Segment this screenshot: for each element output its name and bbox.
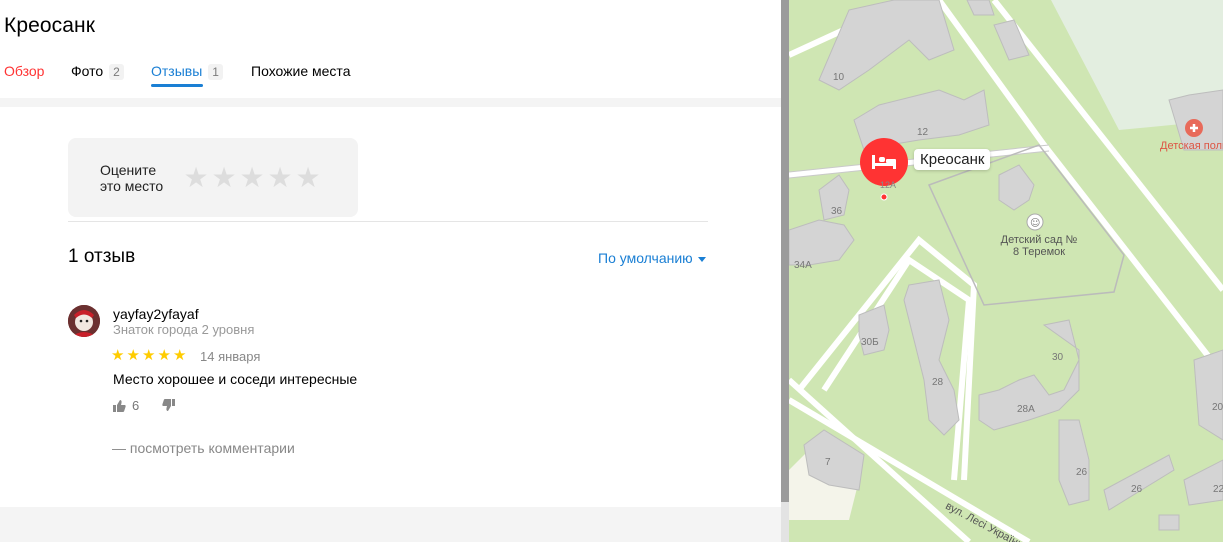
clinic-label[interactable]: Детская поликлиника: [1160, 140, 1223, 152]
review-text: Место хорошее и соседи интересные: [113, 371, 358, 387]
tab-similar-places[interactable]: Похожие места: [251, 62, 350, 80]
review-author[interactable]: yayfay2yfayaf: [113, 306, 199, 322]
rate-star-2[interactable]: ★: [210, 164, 238, 192]
star-icon: ★: [157, 347, 171, 364]
tab-photo-count: 2: [109, 64, 124, 80]
avatar[interactable]: [68, 305, 100, 337]
like-count: 6: [132, 398, 140, 413]
kindergarten-name: Детский сад № 8 Теремок: [1000, 234, 1078, 258]
house-number: 22: [1213, 484, 1223, 495]
rate-star-3[interactable]: ★: [238, 164, 266, 192]
review-author-level: Знаток города 2 уровня: [113, 322, 255, 337]
house-number: 26: [1076, 467, 1088, 478]
tab-photo-label: Фото: [71, 63, 104, 79]
place-card-panel: Креосанк Обзор Фото 2 Отзывы 1 Похожие мес…: [0, 0, 781, 542]
reviews-count: 1 отзыв: [68, 246, 136, 267]
review-rating: ★ ★ ★ ★ ★: [111, 348, 189, 364]
map-poi-label[interactable]: Креосанк: [914, 149, 991, 170]
like-button[interactable]: 6: [112, 398, 139, 413]
section-divider: [0, 98, 781, 107]
rate-place-box: Оцените это место ★ ★ ★ ★ ★: [68, 138, 358, 217]
avatar-image: [68, 305, 100, 337]
house-number: 36: [831, 206, 843, 217]
thumbs-down-icon: [162, 399, 175, 411]
svg-text:☺: ☺: [1030, 218, 1040, 229]
sort-dropdown[interactable]: По умолчанию: [598, 250, 706, 266]
rate-stars: ★ ★ ★ ★ ★: [182, 164, 322, 192]
star-icon: ★: [142, 347, 156, 364]
house-number: 34А: [794, 260, 812, 271]
kindergarten-label[interactable]: Детский сад № 8 Теремок: [999, 234, 1079, 258]
tab-reviews[interactable]: Отзывы 1: [151, 62, 223, 87]
poi-house-number: 12А: [880, 180, 896, 190]
tab-reviews-label: Отзывы: [151, 63, 203, 79]
tab-overview-label: Обзор: [4, 63, 45, 79]
place-title: Креосанк: [4, 14, 96, 37]
house-number: 26: [1131, 484, 1143, 495]
rate-star-1[interactable]: ★: [182, 164, 210, 192]
house-number: 12: [917, 127, 929, 138]
clinic-name: Детская поликлиника: [1160, 140, 1223, 152]
map-canvas: 10 12 36 34А 30Б 28 30 28А 26 26 7 20 22…: [789, 0, 1223, 542]
chevron-down-icon: [697, 256, 706, 262]
rate-label: Оцените это место: [100, 162, 164, 194]
rate-star-5[interactable]: ★: [294, 164, 322, 192]
house-number: 28А: [1017, 404, 1035, 415]
house-number: 20: [1212, 402, 1223, 413]
house-number: 30Б: [861, 337, 879, 348]
active-tab-indicator: [151, 84, 203, 87]
star-icon: ★: [126, 347, 140, 364]
map-view[interactable]: 10 12 36 34А 30Б 28 30 28А 26 26 7 20 22…: [789, 0, 1223, 542]
thumbs-up-icon: [113, 399, 126, 412]
tab-similar-label: Похожие места: [251, 63, 351, 79]
divider: [68, 221, 708, 222]
dislike-button[interactable]: [162, 398, 176, 417]
sort-label: По умолчанию: [598, 250, 693, 266]
star-icon: ★: [111, 347, 125, 364]
house-number: 30: [1052, 352, 1064, 363]
house-number: 7: [825, 457, 831, 468]
tab-reviews-count: 1: [208, 64, 223, 80]
tab-photo[interactable]: Фото 2: [71, 62, 124, 80]
review-date: 14 января: [200, 349, 261, 364]
panel-footer: [0, 507, 781, 542]
scrollbar-thumb[interactable]: [781, 0, 789, 502]
show-comments-link[interactable]: — посмотреть комментарии: [112, 440, 295, 456]
house-number: 10: [833, 72, 845, 83]
tab-overview[interactable]: Обзор: [4, 62, 44, 80]
house-number: 28: [932, 377, 944, 388]
rate-star-4[interactable]: ★: [266, 164, 294, 192]
star-icon: ★: [173, 347, 187, 364]
